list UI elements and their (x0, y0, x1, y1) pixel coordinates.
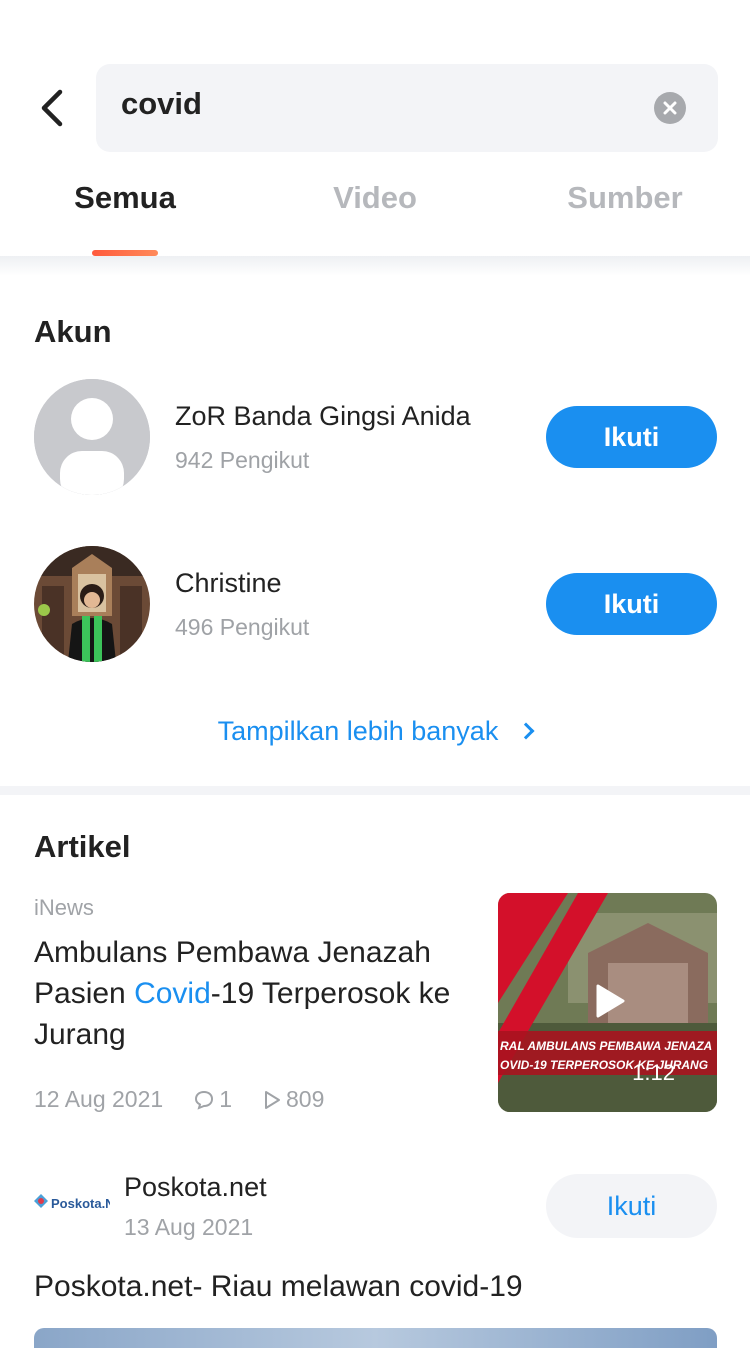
account-followers: 496 Pengikut (175, 614, 310, 640)
publisher-logo: Poskota.Net (32, 1186, 127, 1216)
publisher-name[interactable]: Poskota.net (124, 1172, 267, 1203)
section-title-artikel: Artikel (34, 829, 131, 864)
video-duration: 1:12 (632, 1060, 675, 1085)
tab-sumber[interactable]: Sumber (500, 180, 750, 216)
publisher-logo-text: Poskota.Net (51, 1196, 110, 1211)
thumbnail-caption-1: RAL AMBULANS PEMBAWA JENAZA (500, 1039, 712, 1053)
post-text[interactable]: Poskota.net- Riau melawan covid-19 (34, 1270, 523, 1304)
article-title[interactable]: Ambulans Pembawa Jenazah Pasien Covid-19… (34, 932, 474, 1055)
account-item[interactable]: ZoR Banda Gingsi Anida 942 Pengikut Ikut… (0, 379, 750, 497)
header-shadow (0, 256, 750, 276)
article-meta: 12 Aug 2021 1 809 (34, 1086, 354, 1113)
back-button[interactable] (26, 82, 76, 134)
search-input[interactable]: covid (96, 64, 718, 152)
section-divider (0, 786, 750, 795)
chevron-left-icon (41, 89, 63, 127)
search-query: covid (121, 86, 202, 121)
thumbnail-caption-2: OVID-19 TERPEROSOK KE JURANG (500, 1058, 708, 1072)
comment-count-value: 1 (219, 1086, 232, 1112)
follow-button[interactable]: Ikuti (546, 406, 717, 468)
follow-publisher-button[interactable]: Ikuti (546, 1174, 717, 1238)
tab-semua[interactable]: Semua (0, 180, 250, 216)
post-date: 13 Aug 2021 (124, 1214, 254, 1240)
clear-search-icon[interactable] (654, 92, 686, 124)
section-title-akun: Akun (34, 314, 112, 349)
chevron-right-icon (517, 722, 535, 740)
account-name: ZoR Banda Gingsi Anida (175, 401, 471, 431)
play-outline-icon (264, 1090, 280, 1109)
post-image[interactable] (34, 1328, 717, 1348)
account-followers: 942 Pengikut (175, 447, 310, 473)
article-source: iNews (34, 895, 94, 920)
comment-count: 1 (193, 1086, 232, 1113)
tab-video[interactable]: Video (250, 180, 500, 216)
view-count: 809 (262, 1086, 324, 1113)
article-date: 12 Aug 2021 (34, 1086, 164, 1112)
article-title-highlight: Covid (134, 977, 211, 1010)
show-more-label: Tampilkan lebih banyak (217, 716, 499, 746)
follow-button[interactable]: Ikuti (546, 573, 717, 635)
article-video-thumbnail[interactable]: RAL AMBULANS PEMBAWA JENAZA OVID-19 TERP… (498, 893, 717, 1112)
view-count-value: 809 (285, 1086, 325, 1112)
tab-bar: Semua Video Sumber (0, 180, 750, 256)
show-more-link[interactable]: Tampilkan lebih banyak (0, 716, 750, 747)
play-icon (596, 984, 625, 1018)
account-name: Christine (175, 568, 282, 598)
profile-photo (34, 546, 150, 662)
account-item[interactable]: Christine 496 Pengikut Ikuti (0, 546, 750, 664)
default-user-icon (34, 379, 150, 495)
comment-icon (195, 1090, 214, 1110)
